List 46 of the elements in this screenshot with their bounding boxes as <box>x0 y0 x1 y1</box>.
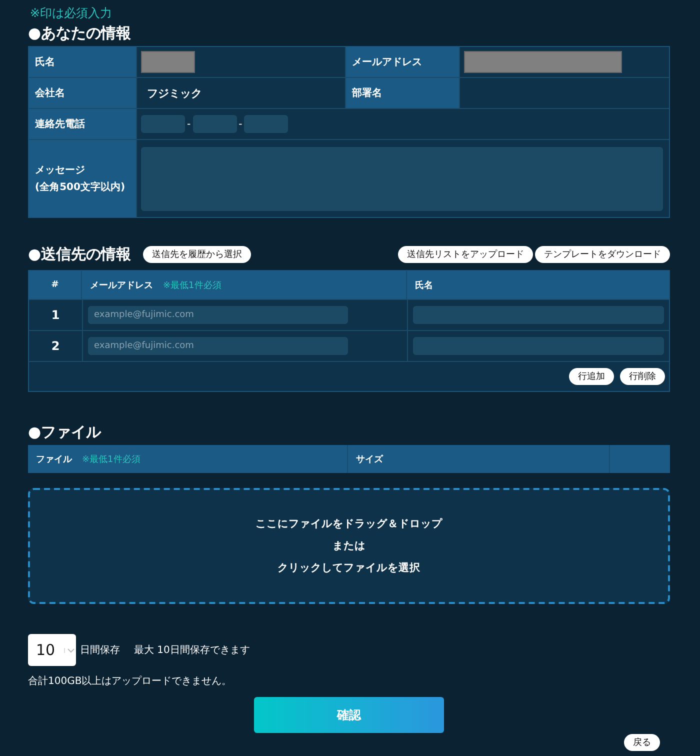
section-heading: ●送信先の情報 <box>28 244 132 264</box>
column-header: メールアドレス ※最低1件必須 <box>82 271 407 299</box>
template-button[interactable]: テンプレートをダウンロード <box>535 246 670 262</box>
name-field[interactable] <box>141 51 195 73</box>
email-field[interactable]: example@fujimic.com <box>88 337 348 355</box>
history-button[interactable]: 送信先を履歴から選択 <box>143 246 252 262</box>
dropzone-text: ここにファイルをドラッグ＆ドロップ <box>256 517 442 531</box>
size-limit-note: 合計100GB以上はアップロードできません。 <box>28 674 233 688</box>
row-number: 1 <box>29 300 83 330</box>
column-header: # <box>29 271 82 299</box>
upload-button[interactable]: 送信先リストをアップロード <box>398 246 533 262</box>
dropzone-text: または <box>332 539 366 553</box>
name-field[interactable] <box>413 306 664 324</box>
add-row-button[interactable]: 行追加 <box>569 368 614 385</box>
days-unit: 日間保存 <box>80 644 120 657</box>
chevron-icon <box>64 648 75 652</box>
max-days-note: 最大 10日間保存できます <box>134 644 250 657</box>
email-field[interactable]: example@fujimic.com <box>88 306 348 324</box>
email-field[interactable] <box>464 51 622 73</box>
section-heading: ●ファイル <box>28 422 102 442</box>
phone-field[interactable] <box>192 115 237 133</box>
back-button[interactable]: 戻る <box>624 734 660 751</box>
file-dropzone[interactable]: ここにファイルをドラッグ＆ドロップ または クリックしてファイルを選択 <box>28 488 670 604</box>
field-label: 部署名 <box>345 78 460 108</box>
column-header: 氏名 <box>414 279 434 292</box>
phone-separator: - <box>187 118 191 130</box>
phone-field[interactable] <box>244 115 288 133</box>
field-label: 氏名 <box>29 47 137 77</box>
field-note: (全角500文字以内) <box>35 180 126 194</box>
section-heading: ●あなたの情報 <box>28 23 132 43</box>
row-number: 2 <box>29 331 83 361</box>
days-select[interactable]: 10 <box>28 634 76 666</box>
field-label: メールアドレス <box>345 47 460 77</box>
dropzone-text: クリックしてファイルを選択 <box>278 561 420 575</box>
field-label: メッセージ <box>35 164 85 177</box>
phone-separator: - <box>238 118 242 130</box>
phone-field[interactable] <box>141 115 185 133</box>
field-label: 連絡先電話 <box>29 109 137 139</box>
column-header: サイズ <box>348 445 610 473</box>
message-field[interactable] <box>141 146 663 210</box>
company-name: フジミック <box>147 86 202 100</box>
field-label: 会社名 <box>29 78 137 108</box>
name-field[interactable] <box>413 337 664 355</box>
delete-row-button[interactable]: 行削除 <box>620 368 665 385</box>
column-header: ファイル ※最低1件必須 <box>28 445 348 473</box>
required-note: ※印は必須入力 <box>30 6 114 20</box>
